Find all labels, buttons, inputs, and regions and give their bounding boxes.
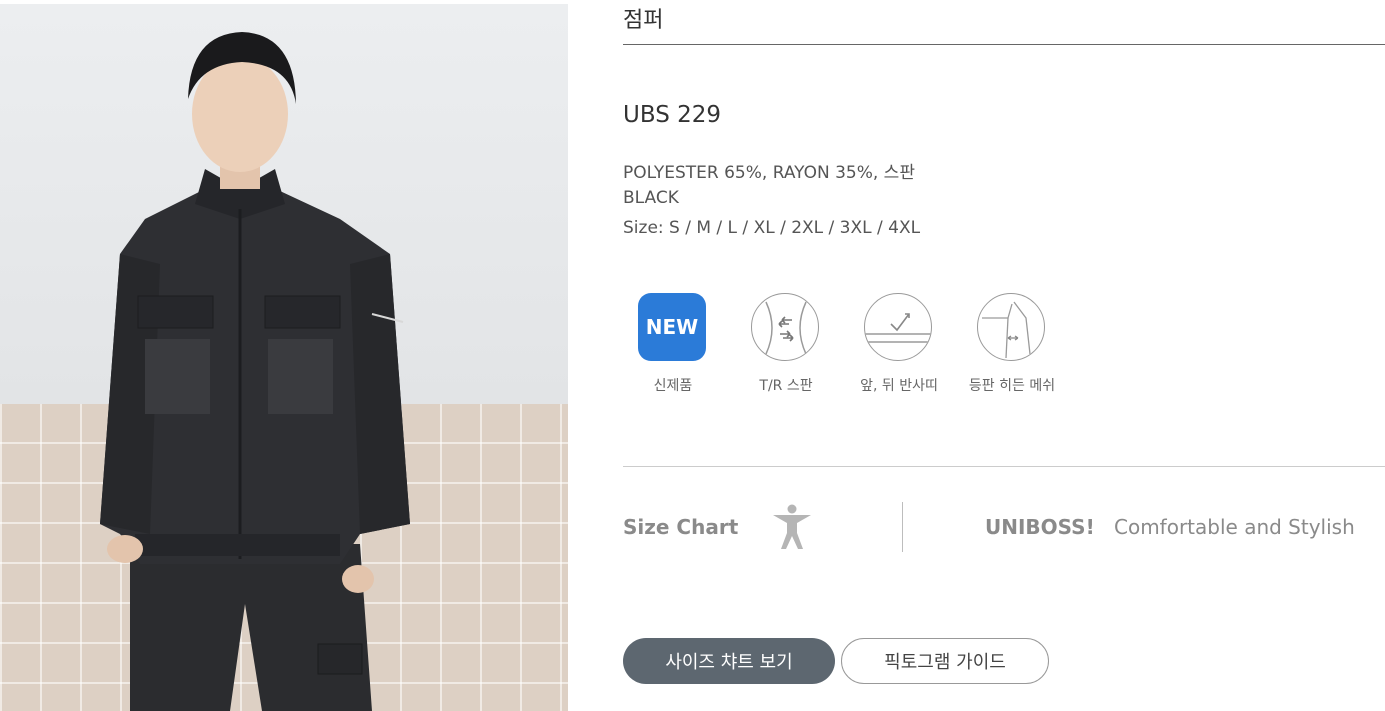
feature-stretch: T/R 스판 <box>736 293 849 395</box>
model-figure <box>100 32 410 711</box>
feature-label: 등판 히든 메쉬 <box>968 378 1056 394</box>
vertical-divider <box>902 502 903 552</box>
feature-new: NEW 신제품 <box>623 293 736 395</box>
feature-label: 앞, 뒤 반사띠 <box>860 378 938 394</box>
person-icon <box>773 504 811 549</box>
feature-reflective: 앞, 뒤 반사띠 <box>849 293 962 395</box>
size-chart-label: Size Chart <box>623 515 739 539</box>
feature-list: NEW 신제품 T/R 스판 앞, 뒤 반사띠 등판 히든 메쉬 <box>623 293 1075 395</box>
product-color: BLACK <box>623 188 679 208</box>
title-divider <box>623 44 1385 45</box>
brand-slogan: Comfortable and Stylish <box>1114 515 1355 539</box>
product-title: 점퍼 <box>623 8 664 33</box>
size-chart-button[interactable]: 사이즈 챠트 보기 <box>623 638 835 684</box>
feature-label: T/R 스판 <box>759 378 813 394</box>
product-size: Size: S / M / L / XL / 2XL / 3XL / 4XL <box>623 218 921 238</box>
new-badge-icon: NEW <box>638 293 708 363</box>
stretch-fabric-icon <box>751 293 821 363</box>
section-divider <box>623 466 1385 467</box>
product-material: POLYESTER 65%, RAYON 35%, 스판 <box>623 163 915 183</box>
hidden-mesh-icon <box>977 293 1047 363</box>
feature-label: 신제품 <box>653 378 693 394</box>
pictogram-guide-button[interactable]: 픽토그램 가이드 <box>841 638 1049 684</box>
new-badge: NEW <box>638 293 706 361</box>
product-photo <box>0 4 568 711</box>
feature-mesh: 등판 히든 메쉬 <box>962 293 1075 395</box>
product-model: UBS 229 <box>623 102 722 128</box>
reflective-tape-icon <box>864 293 934 363</box>
brand-name: UNIBOSS! <box>985 515 1095 539</box>
